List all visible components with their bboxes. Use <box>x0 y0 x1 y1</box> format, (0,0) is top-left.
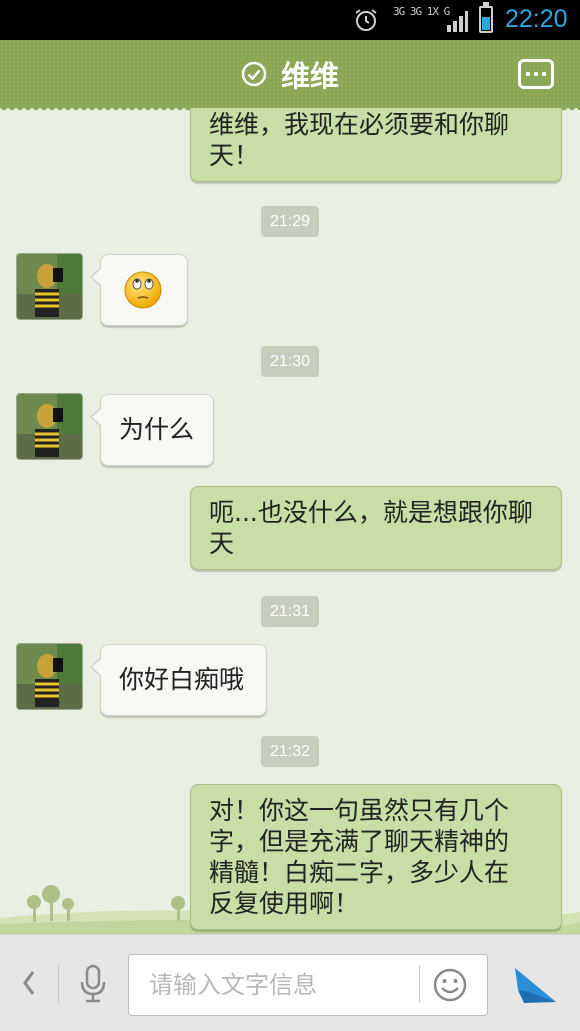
avatar-image <box>17 254 82 319</box>
more-menu-button[interactable] <box>518 59 554 89</box>
message-bubble-outgoing[interactable]: 呃...也没什么，就是想跟你聊 天 <box>190 486 562 570</box>
microphone-icon[interactable] <box>78 964 108 1004</box>
message-bubble-incoming[interactable]: 你好白痴哦 <box>90 644 267 716</box>
status-clock: 22:20 <box>505 5 568 33</box>
check-circle-icon <box>241 61 267 87</box>
title-bar: 维维 <box>0 40 580 113</box>
timestamp: 21:31 <box>261 596 320 627</box>
input-bar <box>0 934 580 1031</box>
signal-strength-icon <box>447 11 468 32</box>
more-icon <box>526 72 530 76</box>
timestamp: 21:30 <box>261 346 320 377</box>
smiley-icon[interactable] <box>432 967 468 1003</box>
avatar[interactable] <box>16 253 83 320</box>
avatar[interactable] <box>16 643 83 710</box>
alarm-clock-icon <box>355 9 377 31</box>
divider <box>419 965 420 1003</box>
message-bubble-incoming[interactable]: 为什么 <box>90 394 214 466</box>
send-icon[interactable] <box>512 964 558 1006</box>
timestamp: 21:32 <box>261 736 320 767</box>
message-bubble-outgoing[interactable]: 维维，我现在必须要和你聊 天！ <box>190 108 562 182</box>
chat-title: 维维 <box>280 59 339 93</box>
avatar-image <box>17 394 82 459</box>
battery-icon <box>479 2 493 33</box>
message-bubble-incoming[interactable] <box>90 254 188 326</box>
message-bubble-outgoing[interactable]: 对！你这一句虽然只有几个 字，但是充满了聊天精神的 精髓！白痴二字，多少人在 反… <box>190 784 562 930</box>
eye-roll-face-icon <box>124 271 162 309</box>
chevron-left-icon[interactable] <box>20 968 38 998</box>
avatar[interactable] <box>16 393 83 460</box>
timestamp: 21:29 <box>261 206 320 237</box>
avatar-image <box>17 644 82 709</box>
status-bar: 3G 3G 1X G 22:20 <box>0 0 580 40</box>
divider <box>58 965 59 1003</box>
network-indicator: 3G 3G 1X G <box>393 5 450 18</box>
chat-area[interactable]: 维维，我现在必须要和你聊 天！ 21:29 21:30 为什么 呃...也没什么… <box>0 108 580 934</box>
